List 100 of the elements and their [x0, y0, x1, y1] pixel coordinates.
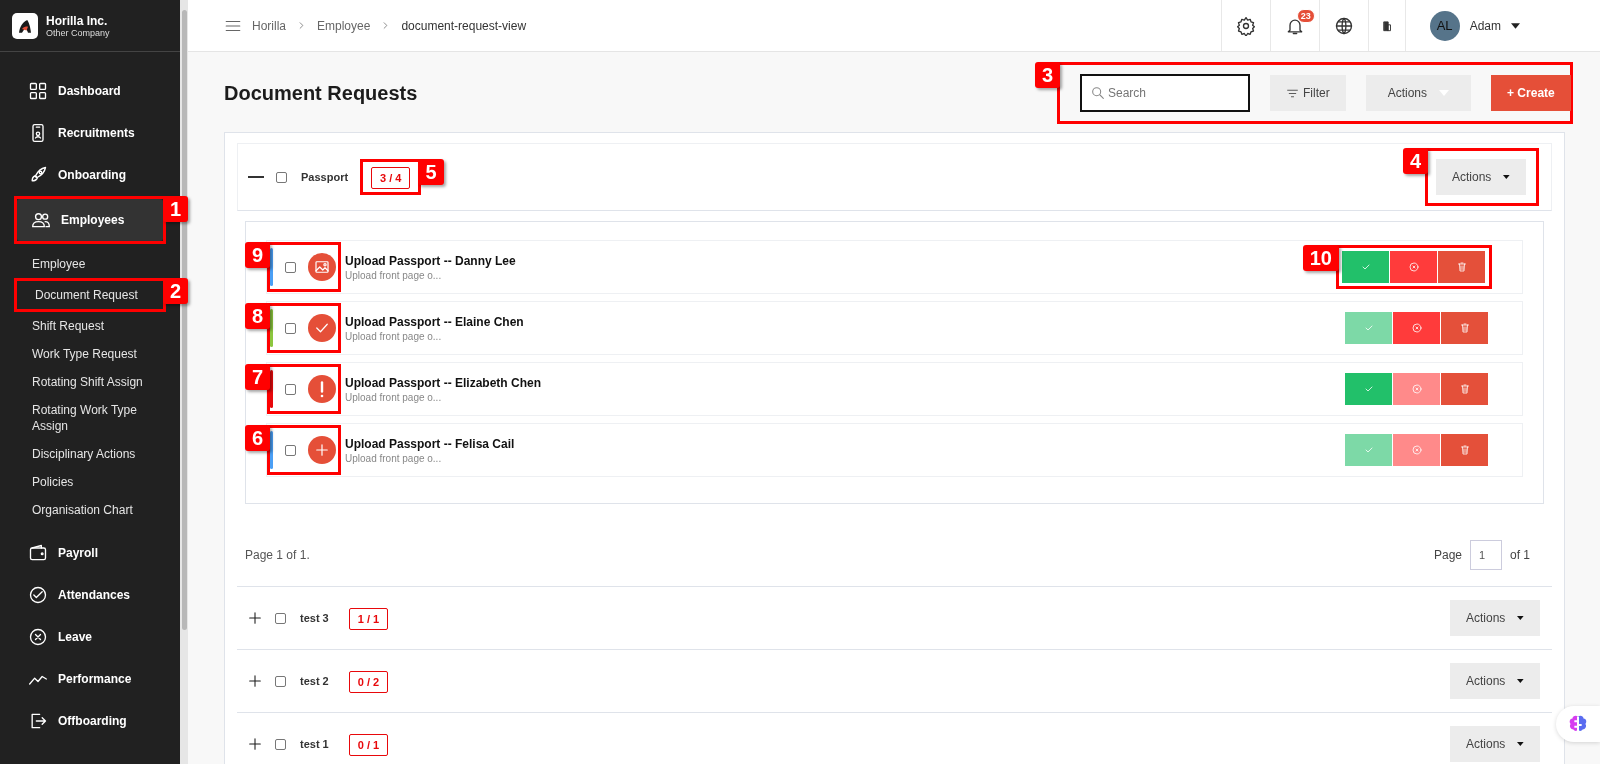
create-button[interactable]: + Create — [1491, 75, 1571, 111]
minus-icon — [248, 176, 264, 178]
checkbox[interactable] — [285, 322, 296, 334]
checkbox[interactable] — [285, 444, 296, 456]
checkbox[interactable] — [275, 738, 286, 750]
scrollbar-thumb[interactable] — [181, 10, 187, 630]
page-total: of 1 — [1510, 548, 1530, 562]
submenu-item[interactable]: Employee — [14, 250, 166, 278]
annotation-number: 2 — [163, 278, 189, 304]
caret-icon — [1503, 174, 1510, 180]
count-badge: 0 / 2 — [348, 671, 389, 693]
submenu-item[interactable]: Organisation Chart — [14, 496, 166, 524]
breadcrumb-link[interactable]: Employee — [317, 18, 371, 33]
delete-button[interactable] — [1441, 312, 1488, 344]
count-badge: 3 / 4 — [371, 167, 411, 189]
checkbox[interactable] — [285, 383, 296, 395]
expand-button[interactable] — [247, 610, 263, 626]
caret-icon — [1517, 615, 1524, 621]
request-description: Upload front page o... — [345, 330, 443, 342]
checkbox[interactable] — [275, 612, 286, 624]
actions-button[interactable]: Actions — [1365, 75, 1472, 111]
checkbox[interactable] — [285, 261, 296, 273]
x-circle-icon — [1410, 444, 1423, 456]
breadcrumb-link[interactable]: Horilla — [252, 18, 286, 33]
submenu-item[interactable]: Disciplinary Actions — [14, 440, 166, 468]
search-field[interactable]: Search — [1080, 74, 1250, 112]
x-circle-icon — [1410, 383, 1423, 395]
exclamation-icon — [320, 380, 324, 398]
count-badge: 1 / 1 — [348, 608, 389, 630]
request-title: Upload Passport -- Felisa Cail — [345, 436, 515, 451]
group-title: Passport — [301, 171, 349, 183]
checkbox[interactable] — [276, 171, 287, 183]
request-title: Upload Passport -- Danny Lee — [345, 253, 516, 268]
count-badge: 0 / 1 — [348, 734, 389, 756]
annotation-number: 10 — [1302, 245, 1339, 271]
sidebar-item[interactable]: Leave — [14, 616, 166, 658]
submenu-item[interactable]: Shift Request — [14, 312, 166, 340]
people-icon — [31, 210, 51, 230]
delete-button[interactable] — [1441, 373, 1488, 405]
image-icon — [313, 258, 331, 276]
submenu-item[interactable]: Work Type Request — [14, 340, 166, 368]
actions-button[interactable]: Actions — [1436, 159, 1526, 195]
plus-icon — [247, 673, 263, 689]
annotation-number: 6 — [244, 425, 270, 451]
request-description: Upload front page o... — [345, 391, 443, 403]
submenu-item[interactable]: Document Request — [17, 281, 163, 309]
settings-icon — [1235, 15, 1256, 36]
sidebar-item[interactable]: Payroll — [14, 532, 166, 574]
caret-icon — [1517, 741, 1524, 747]
checkbox[interactable] — [275, 675, 286, 687]
company-name: Horilla Inc. — [46, 13, 109, 28]
user-name[interactable]: Adam — [1469, 18, 1501, 33]
sidebar-item[interactable]: Offboarding — [14, 700, 166, 742]
delete-button[interactable] — [1438, 251, 1485, 283]
group-title: test 2 — [300, 675, 329, 687]
actions-button[interactable]: Actions — [1450, 726, 1540, 762]
breadcrumb-link[interactable]: document-request-view — [401, 18, 527, 33]
grid-icon — [28, 81, 48, 101]
request-title: Upload Passport -- Elaine Chen — [345, 314, 524, 329]
annotation-number: 8 — [244, 303, 270, 329]
request-description: Upload front page o... — [345, 269, 443, 281]
brain-icon[interactable] — [1556, 706, 1600, 742]
actions-button[interactable]: Actions — [1450, 600, 1540, 636]
submenu-item[interactable]: Rotating Shift Assign — [14, 368, 166, 396]
user-avatar[interactable]: AL — [1429, 10, 1460, 41]
trash-icon — [1458, 444, 1471, 456]
group-title: test 3 — [300, 612, 329, 624]
trash-icon — [1458, 322, 1471, 334]
sidebar-item[interactable]: Onboarding — [14, 154, 166, 196]
sidebar-item[interactable]: Dashboard — [14, 70, 166, 112]
filter-button[interactable]: Filter — [1270, 75, 1346, 111]
pagination-summary: Page 1 of 1. — [245, 548, 310, 562]
submenu-item[interactable]: Rotating Work Type Assign — [14, 396, 166, 440]
company-subtitle: Other Company — [46, 27, 110, 38]
trash-icon — [1455, 261, 1468, 273]
logo-icon — [12, 12, 38, 39]
expand-button[interactable] — [247, 736, 263, 752]
sidebar-item[interactable]: Attendances — [14, 574, 166, 616]
plus-icon — [247, 736, 263, 752]
annotation-number: 7 — [244, 364, 270, 390]
check-circle-icon — [28, 585, 48, 605]
plus-icon — [313, 441, 331, 459]
wallet-icon — [28, 543, 48, 563]
caret-icon — [1517, 678, 1524, 684]
page-label: Page — [1433, 548, 1462, 562]
annotation-number: 4 — [1402, 148, 1428, 174]
annotation-number: 9 — [244, 242, 270, 268]
x-circle-icon — [28, 627, 48, 647]
page-title: Document Requests — [224, 81, 418, 105]
expand-button[interactable] — [247, 673, 263, 689]
sidebar-item[interactable]: Performance — [14, 658, 166, 700]
submenu-item[interactable]: Policies — [14, 468, 166, 496]
page-number-field[interactable]: 1 — [1470, 540, 1502, 570]
actions-button[interactable]: Actions — [1450, 663, 1540, 699]
delete-button[interactable] — [1441, 434, 1488, 466]
annotation-number: 3 — [1034, 62, 1060, 88]
request-title: Upload Passport -- Elizabeth Chen — [345, 375, 542, 390]
notification-badge: 23 — [1296, 9, 1315, 23]
sidebar-item[interactable]: Employees — [17, 199, 163, 241]
sidebar-item[interactable]: Recruitments — [14, 112, 166, 154]
